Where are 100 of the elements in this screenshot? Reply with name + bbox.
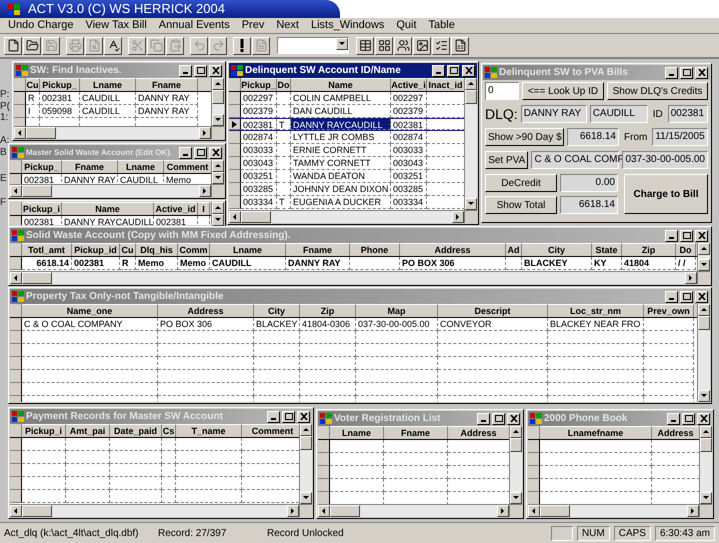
decredit-button[interactable]: DeCredit bbox=[485, 174, 557, 192]
column-header[interactable]: Zip bbox=[622, 243, 676, 256]
column-header[interactable]: Name_one bbox=[22, 304, 158, 317]
table-cell: T bbox=[277, 196, 291, 209]
table-cell: 002381 bbox=[391, 119, 427, 130]
column-header[interactable]: Pickup_id bbox=[72, 243, 120, 256]
window-title: Master Solid Waste Account (Edit OK). bbox=[26, 146, 174, 158]
window-title: SW: Find Inactives. bbox=[30, 64, 122, 78]
column-header[interactable]: Lname bbox=[80, 78, 136, 91]
column-header[interactable]: Address bbox=[400, 243, 506, 256]
column-header[interactable]: Totl_amt bbox=[22, 243, 72, 256]
table-cell: 003285 bbox=[391, 183, 427, 196]
menu-item[interactable]: Annual Events bbox=[158, 17, 230, 34]
table-cell: DANNY RAYCAUDILL bbox=[291, 119, 391, 130]
app-title: ACT V3.0 (C) WS HERRICK 2004 bbox=[28, 0, 225, 18]
column-header[interactable]: Amt_pai bbox=[66, 424, 110, 437]
table-cell: 41804 bbox=[622, 257, 676, 270]
menu-item[interactable]: Lists_Windows bbox=[310, 17, 384, 34]
column-header[interactable]: Date_paid bbox=[110, 424, 162, 437]
table-cell: EUGENIA A DUCKER bbox=[291, 196, 391, 209]
table-cell: CAUDILL bbox=[210, 257, 286, 270]
first-name-field[interactable]: DANNY RAY bbox=[520, 105, 587, 123]
column-header[interactable]: Comm bbox=[178, 243, 210, 256]
column-header[interactable]: Map bbox=[356, 304, 438, 317]
table-cell: 002381 bbox=[241, 119, 277, 130]
table-cell: DANNY RAY bbox=[136, 92, 198, 105]
last-name-field[interactable]: CAUDILL bbox=[590, 105, 648, 123]
column-header[interactable]: Phone bbox=[350, 243, 400, 256]
column-header[interactable]: Pickup_i bbox=[22, 424, 66, 437]
column-header[interactable]: Ad bbox=[506, 243, 522, 256]
column-header[interactable]: Descript bbox=[438, 304, 548, 317]
column-header[interactable]: Pickup_ bbox=[22, 160, 62, 173]
column-header[interactable]: State bbox=[592, 243, 622, 256]
decredit-amount-field[interactable]: 0.00 bbox=[560, 174, 618, 192]
form-label: A: bbox=[0, 135, 10, 146]
status-file: Act_dlq (k:\act_4lt\act_dlq.dbf) bbox=[4, 526, 140, 540]
column-header[interactable]: Address bbox=[158, 304, 254, 317]
table-cell: CAUDILL bbox=[80, 92, 136, 105]
overdue-amount-field[interactable]: 6618.14 bbox=[567, 128, 619, 146]
from-date-field[interactable]: 11/15/2005 bbox=[652, 128, 708, 146]
menu-item[interactable]: Table bbox=[428, 17, 455, 34]
pva-map-field[interactable]: 037-30-00-005.00 bbox=[622, 151, 708, 169]
column-header[interactable]: Fname bbox=[136, 78, 198, 91]
column-header[interactable]: I bbox=[198, 202, 210, 215]
id-label: ID bbox=[652, 108, 664, 122]
table-cell: 003043 bbox=[391, 157, 427, 170]
look-up-id-button[interactable]: <== Look Up ID bbox=[522, 82, 604, 100]
column-header[interactable]: Loc_str_nm bbox=[548, 304, 644, 317]
id-field[interactable]: 002381 bbox=[668, 105, 708, 123]
table-cell: JOHNNY DEAN DIXON bbox=[291, 183, 391, 196]
menu-item[interactable]: View Tax Bill bbox=[85, 17, 147, 34]
column-header[interactable]: Cu bbox=[120, 243, 136, 256]
column-header[interactable]: Cu bbox=[26, 78, 40, 91]
form-label: P: bbox=[0, 89, 10, 100]
column-header[interactable]: Prev_own bbox=[644, 304, 694, 317]
table-cell: R bbox=[120, 257, 136, 270]
column-header[interactable]: Lname bbox=[118, 160, 164, 173]
total-amount-field[interactable]: 6618.14 bbox=[560, 196, 618, 214]
window-title: Voter Registration List bbox=[334, 412, 442, 426]
show-total-button[interactable]: Show Total bbox=[485, 196, 557, 214]
charge-to-bill-button[interactable]: Charge to Bill bbox=[624, 174, 708, 214]
status-num: NUM bbox=[576, 526, 610, 540]
column-header[interactable]: Lname bbox=[330, 426, 384, 439]
table-cell: Memo bbox=[178, 257, 210, 270]
column-header[interactable]: Fname bbox=[62, 160, 118, 173]
show-overdue-button[interactable]: Show >90 Day $ bbox=[485, 128, 564, 146]
window-title: 2000 Phone Book bbox=[544, 412, 628, 426]
show-credits-button[interactable]: Show DLQ's Credits bbox=[607, 82, 708, 100]
column-header[interactable]: Active_i bbox=[391, 78, 427, 91]
column-header[interactable]: Fname bbox=[286, 243, 350, 256]
menu-item[interactable]: Undo Charge bbox=[8, 17, 74, 34]
menu-item[interactable]: Prev bbox=[242, 17, 264, 34]
set-pva-button[interactable]: Set PVA bbox=[485, 151, 528, 169]
window-title: Delinquent SW to PVA Bills bbox=[499, 66, 629, 80]
column-header[interactable]: Lnamefname bbox=[540, 426, 652, 439]
column-header[interactable]: Dlq_his bbox=[136, 243, 178, 256]
column-header[interactable]: Pickup_i bbox=[22, 202, 62, 215]
column-header[interactable]: Do bbox=[277, 78, 291, 91]
column-header[interactable]: Lname bbox=[210, 243, 286, 256]
column-header[interactable]: Pickup_ bbox=[40, 78, 80, 91]
lookup-id-field[interactable]: 0 bbox=[485, 82, 519, 100]
column-header[interactable]: Do bbox=[676, 243, 696, 256]
column-header[interactable]: City bbox=[254, 304, 300, 317]
from-label: From bbox=[623, 130, 648, 144]
menu-item[interactable]: Next bbox=[276, 17, 299, 34]
column-header[interactable]: Pickup_ bbox=[241, 78, 277, 91]
table-cell: 003251 bbox=[391, 170, 427, 183]
column-header[interactable]: Fname bbox=[384, 426, 448, 439]
column-header[interactable]: Cs bbox=[162, 424, 176, 437]
table-cell: 003033 bbox=[391, 144, 427, 157]
column-header[interactable]: City bbox=[522, 243, 592, 256]
menu-item[interactable]: Quit bbox=[396, 17, 417, 34]
column-header[interactable]: Name bbox=[62, 202, 154, 215]
column-header[interactable]: Active_id bbox=[154, 202, 198, 215]
column-header[interactable]: Name bbox=[291, 78, 391, 91]
column-header[interactable]: Zip bbox=[300, 304, 356, 317]
window-title: Payment Records for Master SW Account bbox=[26, 410, 224, 424]
table-cell: KY bbox=[592, 257, 622, 270]
table-cell: 003043 bbox=[241, 157, 277, 170]
column-header[interactable]: T_name bbox=[176, 424, 242, 437]
